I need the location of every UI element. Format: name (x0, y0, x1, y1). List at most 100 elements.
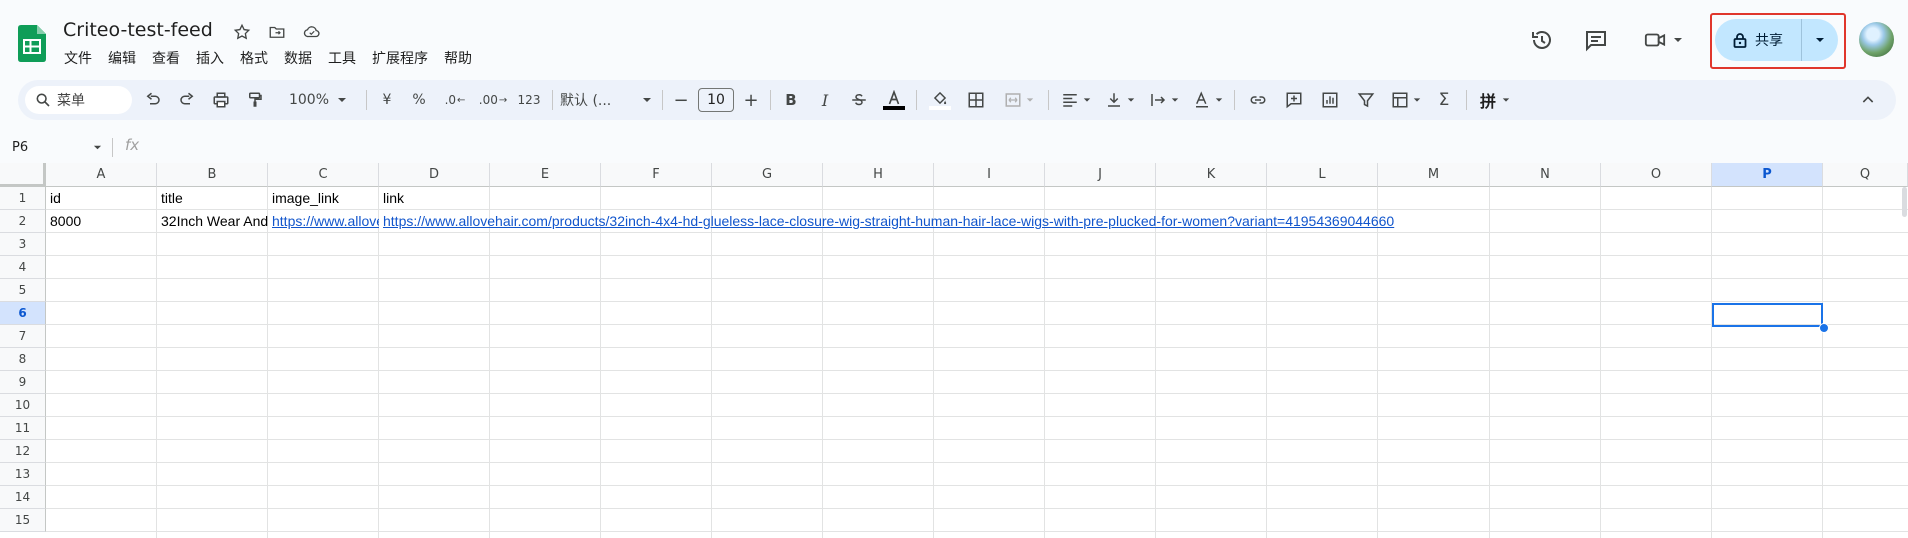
column-header-j[interactable]: J (1045, 163, 1156, 187)
insert-chart-icon[interactable] (1316, 86, 1344, 114)
comments-icon[interactable] (1578, 22, 1614, 58)
filter-views-icon[interactable] (1386, 86, 1426, 114)
column-header-g[interactable]: G (712, 163, 823, 187)
redo-icon[interactable] (174, 86, 200, 114)
cell-a1[interactable]: id (46, 187, 157, 209)
row-header-5[interactable]: 5 (0, 279, 46, 302)
merge-cells-icon[interactable] (998, 86, 1040, 114)
menu-tools[interactable]: 工具 (320, 49, 364, 69)
row-header-2[interactable]: 2 (0, 210, 46, 233)
document-title[interactable]: Criteo-test-feed (63, 19, 213, 41)
row-header-15[interactable]: 15 (0, 509, 46, 532)
column-header-i[interactable]: I (934, 163, 1045, 187)
row-header-10[interactable]: 10 (0, 394, 46, 417)
input-tools-button[interactable]: 拼 (1474, 86, 1516, 114)
strikethrough-icon[interactable] (846, 86, 872, 114)
row-header-8[interactable]: 8 (0, 348, 46, 371)
zoom-select[interactable]: 100% (280, 86, 356, 114)
bold-button[interactable]: B (778, 86, 804, 114)
menu-data[interactable]: 数据 (276, 49, 320, 69)
row-header-6[interactable]: 6 (0, 302, 46, 325)
column-header-m[interactable]: M (1378, 163, 1490, 187)
selected-cell-p6[interactable] (1712, 303, 1823, 327)
star-icon[interactable] (231, 21, 253, 43)
font-size-input[interactable]: 10 (698, 88, 734, 112)
number-format-button[interactable]: 123 (512, 86, 546, 114)
column-header-h[interactable]: H (823, 163, 934, 187)
horizontal-align-icon[interactable] (1056, 86, 1096, 114)
menu-insert[interactable]: 插入 (188, 49, 232, 69)
collapse-toolbar-icon[interactable] (1854, 86, 1882, 114)
google-sheets-logo[interactable] (18, 25, 46, 62)
cell-b1[interactable]: title (157, 187, 268, 209)
decrease-font-size-button[interactable]: − (670, 86, 692, 114)
menu-file[interactable]: 文件 (56, 49, 100, 69)
cell-d1[interactable]: link (379, 187, 490, 209)
share-button[interactable]: 共享 (1715, 19, 1801, 61)
row-header-7[interactable]: 7 (0, 325, 46, 348)
column-header-l[interactable]: L (1267, 163, 1378, 187)
borders-icon[interactable] (962, 86, 990, 114)
text-rotation-icon[interactable] (1188, 86, 1228, 114)
row-header-9[interactable]: 9 (0, 371, 46, 394)
account-avatar[interactable] (1859, 22, 1894, 57)
menu-view[interactable]: 查看 (144, 49, 188, 69)
meet-video-icon[interactable] (1635, 22, 1691, 58)
decrease-decimal-button[interactable]: .0 ← (440, 86, 470, 114)
column-header-d[interactable]: D (379, 163, 490, 187)
print-icon[interactable] (208, 86, 234, 114)
text-color-icon[interactable] (880, 86, 908, 114)
row-header-3[interactable]: 3 (0, 233, 46, 256)
functions-button[interactable]: Σ (1430, 86, 1458, 114)
column-header-q[interactable]: Q (1823, 163, 1908, 187)
increase-decimal-button[interactable]: .00 → (476, 86, 510, 114)
row-header-1[interactable]: 1 (0, 187, 46, 210)
cell-c2[interactable]: https://www.allovehair.com/ (268, 210, 379, 232)
italic-button[interactable]: I (812, 86, 838, 114)
column-header-p[interactable]: P (1712, 163, 1823, 187)
currency-format-button[interactable]: ¥ (374, 86, 400, 114)
search-menus-button[interactable]: 菜单 (25, 86, 132, 114)
font-family-select[interactable]: 默认 (... (560, 86, 652, 114)
vertical-scrollbar[interactable] (1902, 187, 1907, 217)
filter-icon[interactable] (1352, 86, 1380, 114)
move-to-folder-icon[interactable] (266, 21, 288, 43)
input-tools-label: 拼 (1479, 92, 1496, 111)
cell-c1[interactable]: image_link (268, 187, 379, 209)
cell-b2[interactable]: 32Inch Wear And Go (157, 210, 268, 232)
column-header-n[interactable]: N (1490, 163, 1601, 187)
increase-font-size-button[interactable]: + (740, 86, 762, 114)
row-header-14[interactable]: 14 (0, 486, 46, 509)
column-header-e[interactable]: E (490, 163, 601, 187)
cell-a2[interactable]: 8000 (46, 210, 157, 232)
column-header-c[interactable]: C (268, 163, 379, 187)
paint-format-icon[interactable] (242, 86, 268, 114)
column-header-b[interactable]: B (157, 163, 268, 187)
fill-handle[interactable] (1819, 323, 1829, 333)
formula-input[interactable] (150, 136, 1890, 158)
column-header-o[interactable]: O (1601, 163, 1712, 187)
column-header-a[interactable]: A (46, 163, 157, 187)
percent-format-button[interactable]: % (406, 86, 432, 114)
version-history-icon[interactable] (1524, 22, 1560, 58)
row-header-13[interactable]: 13 (0, 463, 46, 486)
fill-color-icon[interactable] (926, 86, 954, 114)
name-box[interactable]: P6 (12, 137, 102, 157)
menu-help[interactable]: 帮助 (436, 49, 480, 69)
row-header-12[interactable]: 12 (0, 440, 46, 463)
select-all-corner[interactable] (0, 163, 46, 187)
vertical-align-icon[interactable] (1100, 86, 1140, 114)
insert-comment-icon[interactable] (1280, 86, 1308, 114)
text-wrapping-icon[interactable] (1144, 86, 1184, 114)
menu-edit[interactable]: 编辑 (100, 49, 144, 69)
undo-icon[interactable] (140, 86, 166, 114)
cloud-status-icon[interactable] (301, 21, 323, 43)
column-header-f[interactable]: F (601, 163, 712, 187)
insert-link-icon[interactable] (1244, 86, 1272, 114)
menu-format[interactable]: 格式 (232, 49, 276, 69)
column-header-k[interactable]: K (1156, 163, 1267, 187)
menu-extensions[interactable]: 扩展程序 (364, 49, 436, 69)
row-header-4[interactable]: 4 (0, 256, 46, 279)
cell-d2[interactable]: https://www.allovehair.com/products/32in… (379, 210, 1779, 232)
row-header-11[interactable]: 11 (0, 417, 46, 440)
